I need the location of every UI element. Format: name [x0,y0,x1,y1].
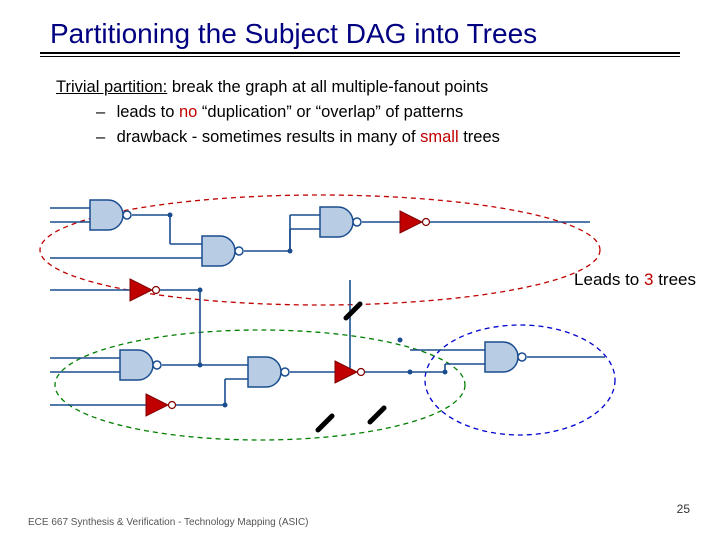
dash-icon: – [96,125,112,150]
bullet-2-b: trees [459,128,500,146]
inverter-icon [400,211,430,233]
partition-ellipse-3 [425,325,615,435]
page-title: Partitioning the Subject DAG into Trees [0,0,720,52]
bullet-1-no: no [179,103,197,121]
nand-gate-icon [120,350,161,380]
bullet-2-a: drawback - sometimes results in many of [117,128,421,146]
bullet-2: – drawback - sometimes results in many o… [56,125,720,150]
dag-diagram [50,190,690,490]
nand-gate-icon [90,200,131,230]
line-1: Trivial partition: break the graph at al… [56,75,720,100]
inverter-icon [146,394,176,416]
inverter-icon [130,279,160,301]
nand-gate-icon [248,357,289,387]
title-rule [40,52,680,54]
bullet-1: – leads to no “duplication” or “overlap”… [56,100,720,125]
dash-icon: – [96,100,112,125]
page-number: 25 [677,502,690,516]
bullet-1-b: “duplication” or “overlap” of patterns [197,103,463,121]
bullet-2-small: small [420,128,459,146]
line-1-rest: break the graph at all multiple-fanout p… [167,78,488,96]
bullet-1-a: leads to [117,103,179,121]
body-text: Trivial partition: break the graph at al… [0,57,720,149]
trivial-partition-label: Trivial partition: [56,78,167,96]
nand-gate-icon [485,342,526,372]
nand-gate-icon [320,207,361,237]
nand-gate-icon [202,236,243,266]
footer-text: ECE 667 Synthesis & Verification - Techn… [28,517,309,528]
